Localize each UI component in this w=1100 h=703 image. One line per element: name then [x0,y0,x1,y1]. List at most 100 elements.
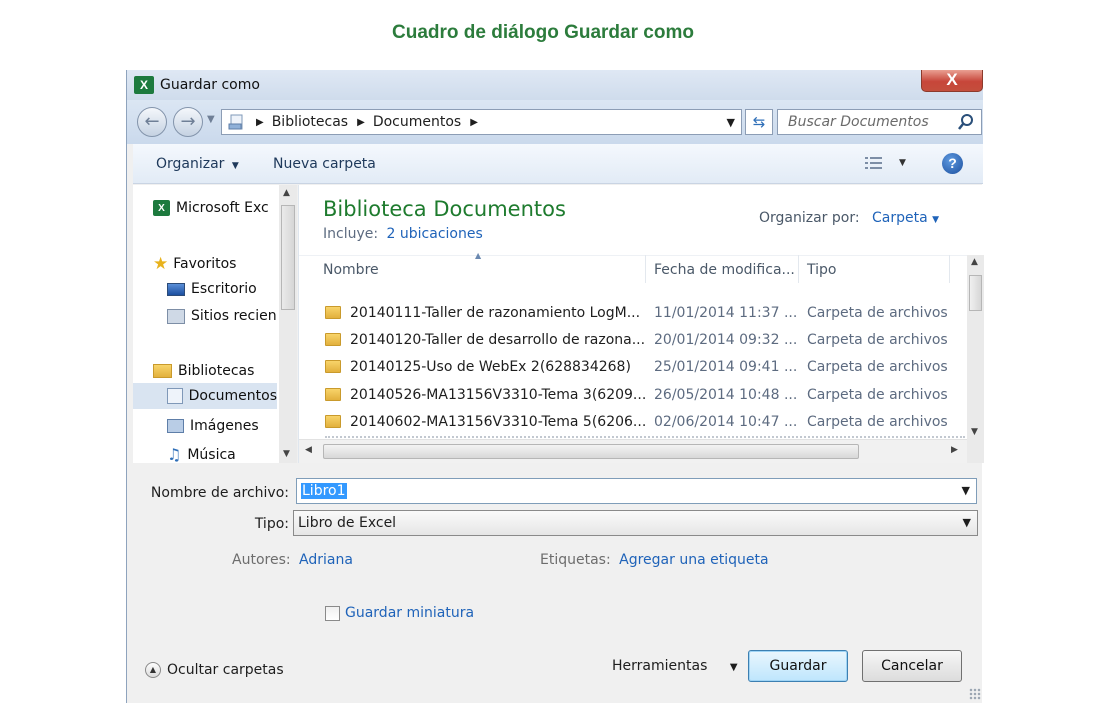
hscroll-thumb[interactable] [323,444,859,459]
nav-item-recent-places[interactable]: Sitios recien [167,308,277,324]
nav-item-label: Microsoft Exc [176,200,269,216]
nav-item-label: Documentos [188,388,277,404]
recent-pages-dropdown-icon[interactable]: ▼ [207,114,215,125]
filename-input[interactable]: Libro1 ▼ [296,478,977,504]
file-date: 25/01/2014 09:41 ... [654,358,798,375]
address-bar[interactable]: ▶ Bibliotecas ▶ Documentos ▶ ▼ [221,109,742,135]
excel-icon: X [134,76,154,94]
documents-icon [167,388,183,404]
folder-icon [325,333,341,346]
forward-button[interactable]: → [173,107,203,137]
breadcrumb-documentos[interactable]: Documentos [373,114,461,130]
authors-value[interactable]: Adriana [299,552,353,568]
search-icon[interactable] [957,113,975,135]
music-icon: ♫ [167,445,182,464]
organize-menu[interactable]: Organizar ▼ [156,156,239,172]
chevron-down-icon[interactable]: ▼ [932,215,939,225]
save-thumbnail-checkbox[interactable] [325,605,340,621]
nav-item-label: Sitios recien [191,308,277,324]
recent-places-icon [167,308,185,324]
includes-label: Incluye: [323,226,379,242]
arrange-label: Organizar por: [759,210,860,226]
nav-item-libraries[interactable]: Bibliotecas [153,363,254,379]
chevron-up-icon: ▲ [145,662,161,678]
scroll-up-icon[interactable]: ▲ [283,188,290,198]
nav-item-desktop[interactable]: Escritorio [167,281,257,297]
save-button[interactable]: Guardar [748,650,848,682]
libraries-icon [153,364,172,378]
nav-item-label: Favoritos [173,256,237,272]
file-name: 20140111-Taller de razonamiento LogM... [350,304,641,321]
folder-icon [325,360,341,373]
back-button[interactable]: ← [137,107,167,137]
scroll-up-icon[interactable]: ▲ [971,257,978,267]
help-icon[interactable]: ? [942,153,963,174]
file-list-pane: Biblioteca Documentos Incluye: 2 ubicaci… [298,185,984,463]
file-name: 20140120-Taller de desarrollo de razona.… [350,331,646,348]
window-title: Guardar como [160,77,260,93]
file-name: 20140125-Uso de WebEx 2(628834268) [350,358,631,375]
file-date: 26/05/2014 10:48 ... [654,386,798,403]
library-documents-icon [228,113,246,131]
nav-item-favorites[interactable]: ★ Favoritos [153,254,236,274]
chevron-down-icon[interactable]: ▼ [962,479,970,503]
arrange-dropdown[interactable]: Carpeta [872,210,928,226]
search-input[interactable]: Buscar Documentos [777,109,982,135]
file-row[interactable]: 20140111-Taller de razonamiento LogM... … [325,299,965,326]
scroll-left-icon[interactable]: ◀ [305,445,312,455]
file-list-hscrollbar[interactable]: ◀ ▶ [299,439,967,463]
nav-item-label: Música [187,446,236,463]
cancel-button[interactable]: Cancelar [862,650,962,682]
file-type: Carpeta de archivos [807,331,948,348]
locations-link[interactable]: 2 ubicaciones [387,226,483,242]
new-folder-button[interactable]: Nueva carpeta [273,156,376,172]
column-header-type[interactable]: Tipo [807,262,836,278]
close-button[interactable]: X [921,70,983,92]
file-row[interactable]: 20140120-Taller de desarrollo de razona.… [325,326,965,353]
nav-item-images[interactable]: Imágenes [167,418,259,434]
authors-label: Autores: [232,552,291,568]
file-row[interactable]: 20140526-MA13156V3310-Tema 3(6209... 26/… [325,381,965,408]
folder-icon [325,388,341,401]
tags-value[interactable]: Agregar una etiqueta [619,552,768,568]
save-thumbnail-label: Guardar miniatura [345,605,475,621]
tags-label: Etiquetas: [540,552,611,568]
column-header-name[interactable]: Nombre [323,262,379,278]
nav-scroll-thumb[interactable] [281,205,295,310]
folder-icon [325,306,341,319]
file-row[interactable]: 20140125-Uso de WebEx 2(628834268) 25/01… [325,353,965,380]
file-date: 11/01/2014 11:37 ... [654,304,798,321]
view-options-icon[interactable] [865,155,885,175]
file-row[interactable]: 20140602-MA13156V3310-Tema 5(6206... 02/… [325,408,965,435]
save-thumbnail-option[interactable]: Guardar miniatura [325,605,474,621]
file-name: 20140602-MA13156V3310-Tema 5(6206... [350,413,647,430]
title-bar: X Guardar como X [127,70,983,100]
file-type: Carpeta de archivos [807,386,948,403]
breadcrumb-arrow-icon: ▶ [470,116,478,128]
excel-icon: X [153,200,170,216]
chevron-down-icon[interactable]: ▼ [963,511,971,535]
file-list-vscrollbar[interactable]: ▲ ▼ [967,255,984,463]
column-header-date[interactable]: Fecha de modifica... [654,262,795,278]
tags-field: Etiquetas: Agregar una etiqueta [540,552,769,568]
hide-folders-toggle[interactable]: ▲ Ocultar carpetas [145,662,284,678]
type-value: Libro de Excel [298,515,397,531]
column-divider [949,255,950,283]
scroll-down-icon[interactable]: ▼ [283,449,290,459]
nav-item-documents[interactable]: Documentos [133,383,277,409]
scroll-right-icon[interactable]: ▶ [951,445,958,455]
view-dropdown-icon[interactable]: ▼ [899,158,906,168]
nav-scrollbar[interactable]: ▲ ▼ [279,185,297,463]
breadcrumb-bibliotecas[interactable]: Bibliotecas [272,114,348,130]
resize-grip-icon[interactable] [969,688,981,700]
scroll-down-icon[interactable]: ▼ [971,427,978,437]
vscroll-thumb[interactable] [969,275,982,311]
tools-menu[interactable]: Herramientas ▼ [612,658,738,674]
nav-item-excel[interactable]: X Microsoft Exc [153,200,269,216]
file-name: 20140526-MA13156V3310-Tema 3(6209... [350,386,647,403]
refresh-button[interactable]: ⇆ [745,109,773,135]
nav-item-music[interactable]: ♫ Música [167,445,236,464]
folder-icon [325,415,341,428]
type-select[interactable]: Libro de Excel ▼ [293,510,978,536]
address-dropdown-icon[interactable]: ▼ [727,116,735,129]
